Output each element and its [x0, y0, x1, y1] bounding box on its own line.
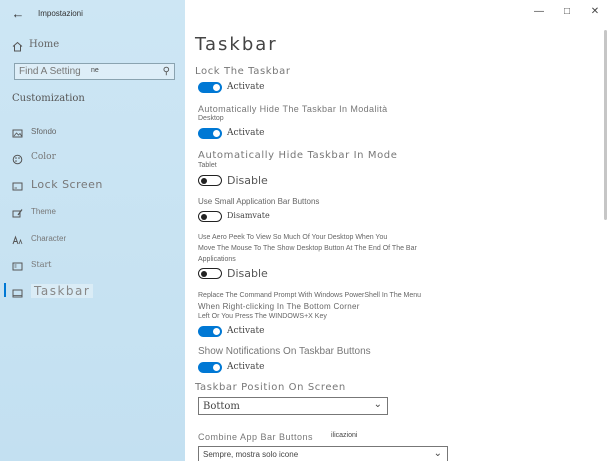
- autohide-tablet-toggle-label: Disable: [227, 174, 268, 187]
- position-heading: Taskbar Position On Screen: [195, 382, 346, 393]
- taskbar-icon: [12, 286, 23, 297]
- brush-icon: [12, 206, 23, 217]
- active-indicator: [4, 283, 6, 297]
- sidebar-item-taskbar[interactable]: Taskbar: [12, 283, 94, 299]
- start-icon: [12, 259, 23, 270]
- combine-dropdown[interactable]: Sempre, mostra solo icone ⌄: [198, 446, 448, 461]
- chevron-down-icon: ⌄: [373, 399, 382, 410]
- aero-peek-toggle[interactable]: [198, 268, 222, 279]
- maximize-icon[interactable]: □: [559, 6, 575, 17]
- chevron-down-icon: ⌄: [433, 448, 442, 459]
- powershell-line-1: Replace The Command Prompt With Windows …: [198, 292, 422, 299]
- sidebar-item-color[interactable]: Color: [12, 149, 56, 165]
- font-icon: [12, 233, 23, 244]
- autohide-desktop-toggle-label: Activate: [227, 128, 265, 138]
- close-icon[interactable]: ✕: [587, 6, 603, 17]
- sidebar-item-label: Sfondo: [31, 126, 57, 136]
- title-bar: ← Impostazioni: [0, 0, 185, 28]
- powershell-line-3: Left Or You Press The WINDOWS+X Key: [198, 313, 327, 320]
- autohide-desktop-heading: Automatically Hide The Taskbar In Modali…: [198, 104, 388, 114]
- search-icon[interactable]: ⚲: [163, 66, 170, 77]
- image-icon: [12, 126, 23, 137]
- settings-window: ← Impostazioni Home Find A Setting ne ⚲ …: [0, 0, 610, 461]
- notifications-toggle-label: Activate: [227, 362, 265, 372]
- autohide-tablet-heading: Automatically Hide Taskbar In Mode: [198, 150, 398, 161]
- back-arrow-icon[interactable]: ←: [10, 6, 26, 22]
- small-buttons-heading: Use Small Application Bar Buttons: [198, 197, 320, 206]
- powershell-toggle[interactable]: [198, 326, 222, 337]
- aero-peek-line-2: Move The Mouse To The Show Desktop Butto…: [198, 245, 417, 252]
- sidebar-item-start[interactable]: Start: [12, 256, 52, 272]
- nav-home-label: Home: [29, 39, 60, 50]
- content-pane: — □ ✕ Taskbar Lock The Taskbar Activate …: [185, 0, 610, 461]
- small-buttons-toggle[interactable]: [198, 211, 222, 222]
- combine-dropdown-value: Sempre, mostra solo icone: [203, 450, 299, 459]
- combine-heading: Combine App Bar Buttons: [198, 432, 314, 442]
- nav-home[interactable]: Home: [12, 39, 60, 52]
- autohide-desktop-sub: Desktop: [198, 115, 224, 122]
- autohide-tablet-toggle[interactable]: [198, 175, 222, 186]
- aero-peek-toggle-label: Disable: [227, 267, 268, 280]
- sidebar-item-character[interactable]: Character: [12, 230, 66, 246]
- combine-heading-suffix: ilicazioni: [331, 432, 358, 439]
- autohide-tablet-sub: Tablet: [198, 162, 217, 169]
- position-dropdown-value: Bottom: [203, 401, 240, 412]
- notifications-toggle[interactable]: [198, 362, 222, 373]
- lock-screen-icon: [12, 179, 23, 190]
- sidebar-item-theme[interactable]: Theme: [12, 203, 56, 219]
- aero-peek-line-1: Use Aero Peek To View So Much Of Your De…: [198, 234, 388, 241]
- powershell-toggle-label: Activate: [227, 326, 265, 336]
- scrollbar[interactable]: [604, 30, 607, 220]
- sidebar-item-label: Theme: [31, 206, 56, 216]
- sidebar-item-label: Character: [31, 233, 67, 243]
- notifications-heading: Show Notifications On Taskbar Buttons: [198, 346, 371, 357]
- autohide-desktop-toggle[interactable]: [198, 128, 222, 139]
- sidebar: ← Impostazioni Home Find A Setting ne ⚲ …: [0, 0, 185, 461]
- minimize-icon[interactable]: —: [531, 6, 547, 17]
- lock-taskbar-toggle[interactable]: [198, 82, 222, 93]
- sidebar-item-lock-screen[interactable]: Lock Screen: [12, 176, 103, 192]
- palette-icon: [12, 152, 23, 164]
- search-placeholder-suffix: ne: [91, 67, 99, 74]
- search-input[interactable]: Find A Setting ne ⚲: [14, 63, 175, 80]
- lock-taskbar-toggle-label: Activate: [227, 82, 265, 92]
- sidebar-item-label: Start: [31, 259, 52, 269]
- small-buttons-toggle-label: Disamvate: [227, 211, 270, 220]
- sidebar-item-label: Color: [31, 152, 56, 162]
- position-dropdown[interactable]: Bottom ⌄: [198, 397, 388, 415]
- sidebar-item-label: Taskbar: [31, 284, 94, 298]
- home-icon: [12, 39, 23, 52]
- powershell-line-2: When Right-clicking In The Bottom Corner: [198, 302, 360, 311]
- search-placeholder: Find A Setting: [19, 66, 81, 77]
- sidebar-item-label: Lock Screen: [31, 177, 103, 191]
- aero-peek-line-3: Applications: [198, 256, 236, 263]
- sidebar-item-background[interactable]: Sfondo: [12, 123, 56, 139]
- lock-taskbar-heading: Lock The Taskbar: [195, 66, 291, 77]
- window-title: Impostazioni: [38, 9, 83, 18]
- section-heading: Customization: [12, 93, 85, 104]
- page-title: Taskbar: [195, 34, 278, 55]
